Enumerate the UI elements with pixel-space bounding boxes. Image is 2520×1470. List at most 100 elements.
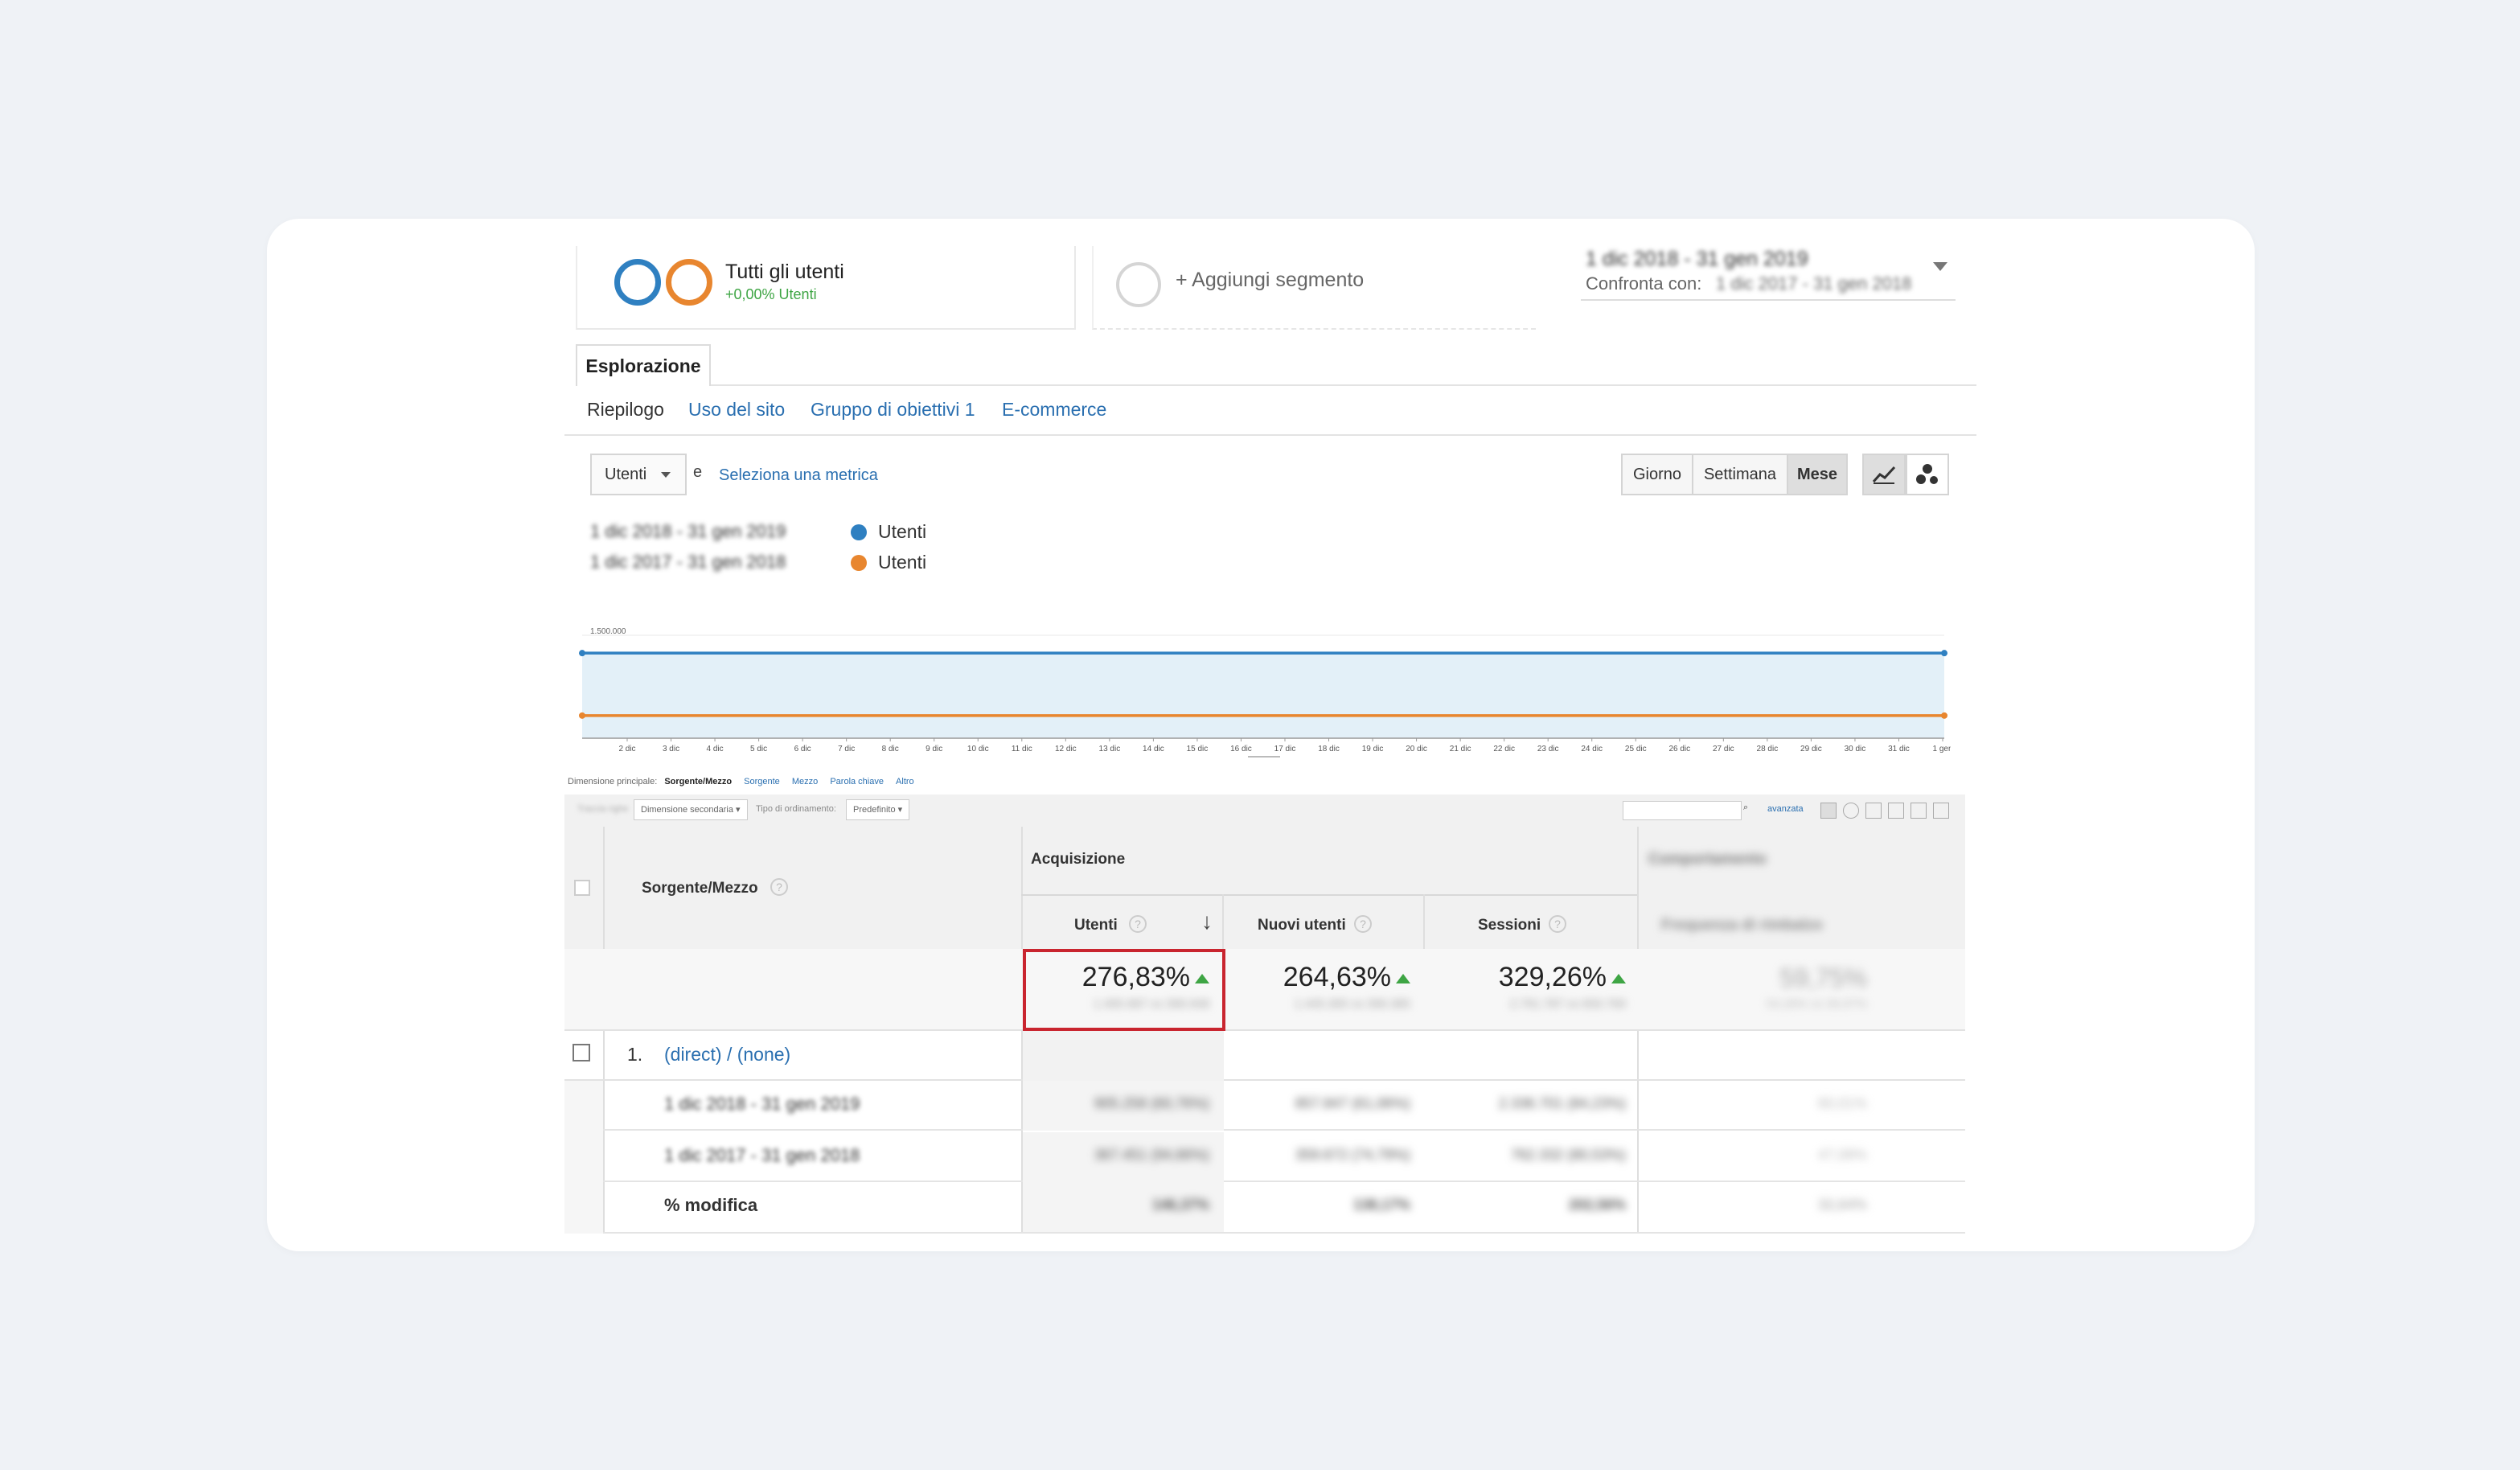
x-tick-label: 30 dic	[1845, 745, 1866, 753]
day-button[interactable]: Giorno	[1621, 454, 1693, 495]
subrow-label: 1 dic 2017 - 31 gen 2018	[664, 1145, 860, 1165]
subrow-value: 857.847 (61,06%)	[1295, 1095, 1410, 1111]
legend-dot-orange	[851, 555, 867, 571]
table-toolbar: Traccia righe Dimensione secondaria ▾ Ti…	[564, 795, 1965, 827]
x-tick-label: 10 dic	[967, 745, 989, 753]
x-tick-label: 23 dic	[1537, 745, 1559, 753]
subrow-value: 762.332 (80,53%)	[1510, 1147, 1626, 1163]
compare-value: 1 dic 2017 - 31 gen 2018	[1716, 273, 1912, 294]
segment-all-users[interactable]: Tutti gli utenti +0,00% Utenti	[576, 246, 1076, 330]
tab-explorer[interactable]: Esplorazione	[576, 344, 711, 386]
week-button[interactable]: Settimana	[1692, 454, 1788, 495]
x-tick-label: 2 dic	[618, 745, 635, 753]
dimension-header[interactable]: Sorgente/Mezzo	[642, 880, 758, 897]
subrow-value: 47,08%	[1817, 1147, 1867, 1163]
chevron-down-icon	[1933, 262, 1947, 271]
sort-type-label: Tipo di ordinamento:	[756, 804, 836, 814]
motion-chart-toggle[interactable]	[1906, 454, 1949, 495]
segment-ring-orange-icon	[666, 259, 712, 306]
line-chart-icon	[1872, 466, 1896, 484]
dimension-source[interactable]: Sorgente	[744, 777, 780, 786]
subrow-gutter	[564, 1081, 603, 1234]
col-users[interactable]: Utenti	[1074, 917, 1118, 934]
x-tick-label: 3 dic	[663, 745, 679, 753]
subrow-value: 60,01%	[1817, 1095, 1867, 1111]
subrow-value: 367.451 (94,66%)	[1094, 1147, 1209, 1163]
subnav-summary[interactable]: Riepilogo	[587, 399, 664, 421]
up-arrow-icon	[1611, 974, 1626, 983]
dimension-active[interactable]: Sorgente/Mezzo	[664, 777, 732, 786]
subrow-value: 359.672 (74,79%)	[1295, 1147, 1410, 1163]
x-tick-label: 21 dic	[1450, 745, 1471, 753]
segment-ring-blue-icon	[614, 259, 661, 306]
pie-view-icon[interactable]	[1843, 803, 1859, 819]
row1-shaded-cell	[1023, 1031, 1224, 1081]
legend-label-2: Utenti	[878, 552, 927, 573]
month-button[interactable]: Mese	[1787, 454, 1848, 495]
subnav-site-usage[interactable]: Uso del sito	[688, 399, 785, 421]
x-tick-label: 12 dic	[1055, 745, 1077, 753]
total-users: 276,83%	[1040, 962, 1209, 993]
users-line-chart: 1.500.0001.000.000500.0002 dic3 dic4 dic…	[579, 627, 1951, 758]
segment-title: Tutti gli utenti	[725, 261, 844, 283]
row-source-medium-link[interactable]: (direct) / (none)	[664, 1044, 790, 1066]
performance-view-icon[interactable]	[1865, 803, 1882, 819]
comparison-view-icon[interactable]	[1888, 803, 1904, 819]
dimension-keyword[interactable]: Parola chiave	[830, 777, 884, 786]
total-new-users: 264,63%	[1238, 962, 1410, 993]
secondary-dimension-dropdown[interactable]: Dimensione secondaria ▾	[634, 799, 748, 820]
term-cloud-view-icon[interactable]	[1911, 803, 1927, 819]
x-tick-label: 13 dic	[1099, 745, 1121, 753]
row-checkbox[interactable]	[573, 1044, 590, 1061]
subnav-ecommerce[interactable]: E-commerce	[1002, 399, 1106, 421]
subnav-goal-set[interactable]: Gruppo di obiettivi 1	[811, 399, 975, 421]
x-tick-label: 26 dic	[1668, 745, 1690, 753]
subnav-divider	[564, 434, 1976, 436]
add-segment-label: + Aggiungi segmento	[1176, 269, 1365, 291]
select-metric-link[interactable]: Seleziona una metrica	[719, 466, 878, 485]
x-tick-label: 6 dic	[794, 745, 811, 753]
date-range-main: 1 dic 2018 - 31 gen 2019	[1586, 248, 1808, 270]
chevron-down-icon	[661, 471, 671, 478]
x-tick-label: 29 dic	[1800, 745, 1822, 753]
date-range-picker[interactable]: 1 dic 2018 - 31 gen 2019 Confronta con: …	[1581, 244, 1956, 301]
dimension-label: Dimensione principale:	[568, 777, 658, 786]
series-point-previous	[1941, 712, 1947, 719]
dimension-medium[interactable]: Mezzo	[792, 777, 818, 786]
help-icon[interactable]: ?	[1549, 915, 1566, 933]
row-index: 1.	[627, 1044, 643, 1065]
search-icon[interactable]: ⌕	[1743, 803, 1748, 813]
x-tick-label: 4 dic	[707, 745, 724, 753]
x-tick-label: 19 dic	[1362, 745, 1384, 753]
col-bounce-rate[interactable]: Frequenza di rimbalzo	[1661, 917, 1823, 934]
advanced-link[interactable]: avanzata	[1767, 804, 1804, 814]
metric-dropdown[interactable]: Utenti	[590, 454, 687, 495]
secondary-dimension-label: Dimensione secondaria	[641, 805, 733, 815]
add-segment[interactable]: + Aggiungi segmento	[1092, 246, 1536, 330]
view-switcher	[1820, 803, 1957, 819]
select-all-checkbox[interactable]	[574, 880, 590, 896]
sort-descending-icon[interactable]: ↓	[1201, 909, 1213, 934]
plot-rows-button[interactable]: Traccia righe	[577, 804, 628, 814]
total-users-value: 276,83%	[1081, 962, 1190, 992]
help-icon[interactable]: ?	[770, 878, 788, 896]
col-new-users[interactable]: Nuovi utenti	[1258, 917, 1346, 934]
col-sessions[interactable]: Sessioni	[1478, 917, 1541, 934]
subrow-label: % modifica	[664, 1195, 758, 1215]
sort-type-dropdown[interactable]: Predefinito ▾	[846, 799, 910, 820]
chart-area-fill	[582, 653, 1944, 738]
table-search-input[interactable]	[1623, 801, 1742, 820]
help-icon[interactable]: ?	[1354, 915, 1372, 933]
pivot-view-icon[interactable]	[1933, 803, 1949, 819]
x-tick-label: 7 dic	[838, 745, 855, 753]
subrow-value: 138,17%	[1352, 1197, 1410, 1213]
table-view-icon[interactable]	[1820, 803, 1837, 819]
dimension-other[interactable]: Altro	[896, 777, 914, 786]
total-new-users-value: 264,63%	[1283, 962, 1391, 992]
x-tick-label: 18 dic	[1318, 745, 1340, 753]
subrow-value: 32,64%	[1817, 1197, 1867, 1213]
sort-type-value: Predefinito	[853, 805, 896, 815]
help-icon[interactable]: ?	[1129, 915, 1147, 933]
line-chart-toggle[interactable]	[1862, 454, 1906, 495]
total-new-users-compare: 1.445.365 vs 396.385	[1294, 997, 1410, 1011]
